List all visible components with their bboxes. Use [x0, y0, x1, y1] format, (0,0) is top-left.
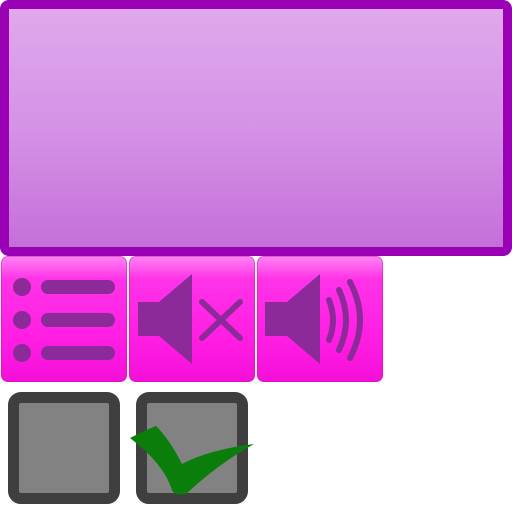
display-panel — [0, 0, 512, 256]
speaker-mute-icon — [138, 274, 243, 364]
speaker-volume-icon — [265, 274, 363, 364]
checkmark-icon — [130, 426, 254, 495]
list-button[interactable] — [1, 256, 127, 382]
list-icon — [13, 278, 115, 362]
ui-canvas — [0, 0, 512, 512]
mute-button[interactable] — [129, 256, 255, 382]
checkbox-unchecked[interactable] — [8, 392, 120, 504]
volume-button[interactable] — [257, 256, 383, 382]
